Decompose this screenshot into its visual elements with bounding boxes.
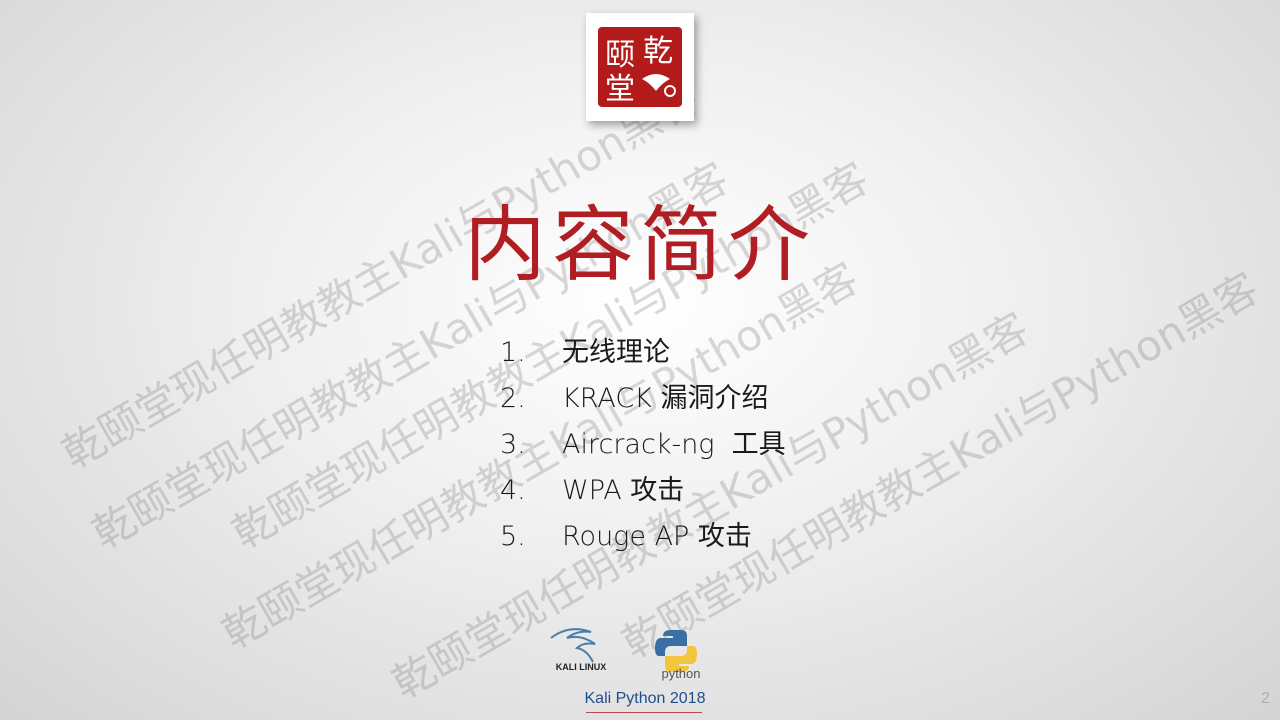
footer-underline [586, 712, 702, 713]
footer-logos: KALI LINUX python [545, 622, 715, 688]
python-logo-text: python [661, 666, 700, 681]
list-item: 4. WPA 攻击 [500, 468, 786, 514]
list-item: 5. Rouge AP 攻击 [500, 514, 786, 560]
seal-logo: 颐 乾 堂 [586, 13, 694, 121]
content-list: 1. 无线理论 2. KRACK 漏洞介绍 3. Aircrack-ng 工具 … [500, 330, 786, 560]
footer-caption: Kali Python 2018 [584, 690, 706, 707]
list-item: 1. 无线理论 [500, 330, 786, 376]
kali-logo-text: KALI LINUX [556, 662, 607, 672]
page-number: 2 [1261, 690, 1270, 707]
item-number: 2. [500, 383, 526, 414]
item-label: 无线理论 [562, 337, 670, 368]
svg-text:堂: 堂 [605, 72, 635, 107]
item-number: 3. [500, 429, 526, 460]
slide-title: 内容简介 [463, 198, 816, 293]
kali-python-logos: KALI LINUX python [550, 628, 701, 681]
item-label: WPA 攻击 [562, 475, 685, 506]
item-number: 4. [500, 475, 526, 506]
item-number: 5. [500, 521, 526, 552]
item-label: Aircrack-ng 工具 [562, 429, 786, 460]
svg-text:乾: 乾 [643, 34, 673, 69]
list-item: 3. Aircrack-ng 工具 [500, 422, 786, 468]
svg-text:颐: 颐 [605, 38, 635, 73]
item-label: KRACK 漏洞介绍 [562, 383, 769, 414]
item-label: Rouge AP 攻击 [562, 521, 752, 552]
item-number: 1. [500, 337, 526, 368]
list-item: 2. KRACK 漏洞介绍 [500, 376, 786, 422]
